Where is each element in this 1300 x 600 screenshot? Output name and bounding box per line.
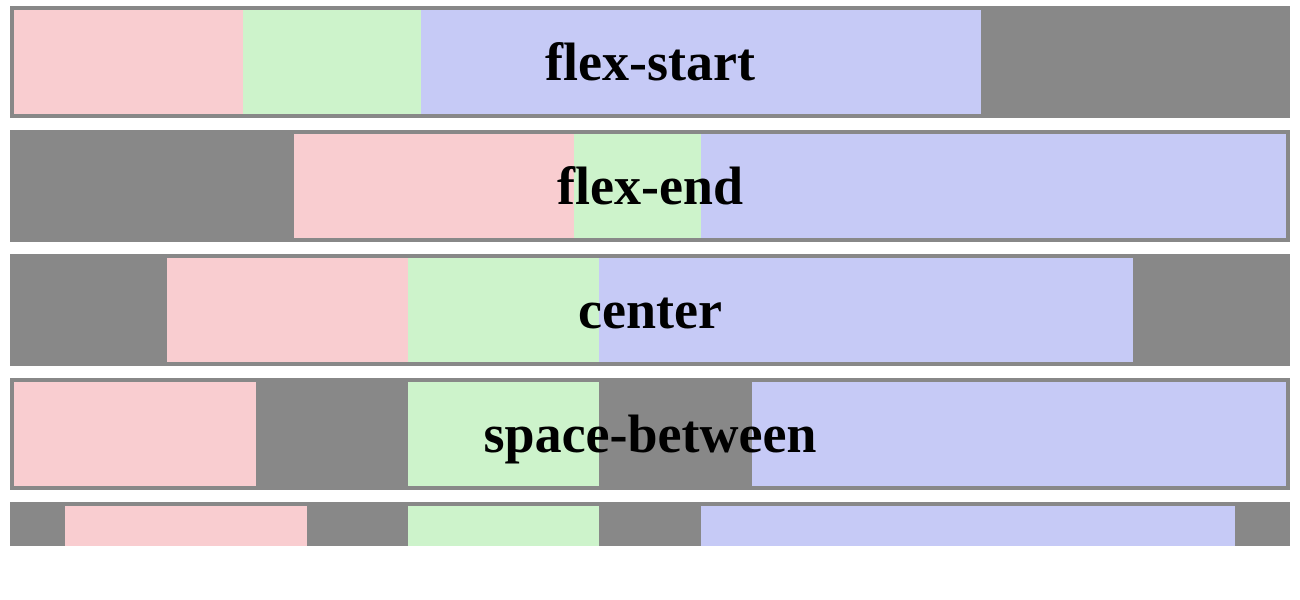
row-space-between: space-between — [10, 378, 1290, 490]
flex-item-green — [408, 382, 599, 486]
flex-item-pink — [14, 382, 256, 486]
flex-track — [14, 506, 1286, 546]
justify-content-diagram: flex-start flex-end center space-between — [0, 0, 1300, 546]
flex-item-blue — [599, 258, 1133, 362]
flex-item-green — [408, 506, 599, 546]
row-flex-start: flex-start — [10, 6, 1290, 118]
flex-item-blue — [701, 506, 1235, 546]
flex-item-green — [243, 10, 421, 114]
flex-item-blue — [701, 134, 1286, 238]
flex-item-green — [574, 134, 701, 238]
flex-track — [14, 134, 1286, 238]
flex-item-pink — [65, 506, 307, 546]
flex-item-green — [408, 258, 599, 362]
flex-track — [14, 258, 1286, 362]
row-center: center — [10, 254, 1290, 366]
flex-item-blue — [752, 382, 1286, 486]
flex-item-pink — [294, 134, 574, 238]
flex-track — [14, 382, 1286, 486]
row-space-around — [10, 502, 1290, 546]
flex-track — [14, 10, 1286, 114]
flex-item-pink — [167, 258, 409, 362]
row-flex-end: flex-end — [10, 130, 1290, 242]
flex-item-pink — [14, 10, 243, 114]
flex-item-blue — [421, 10, 981, 114]
